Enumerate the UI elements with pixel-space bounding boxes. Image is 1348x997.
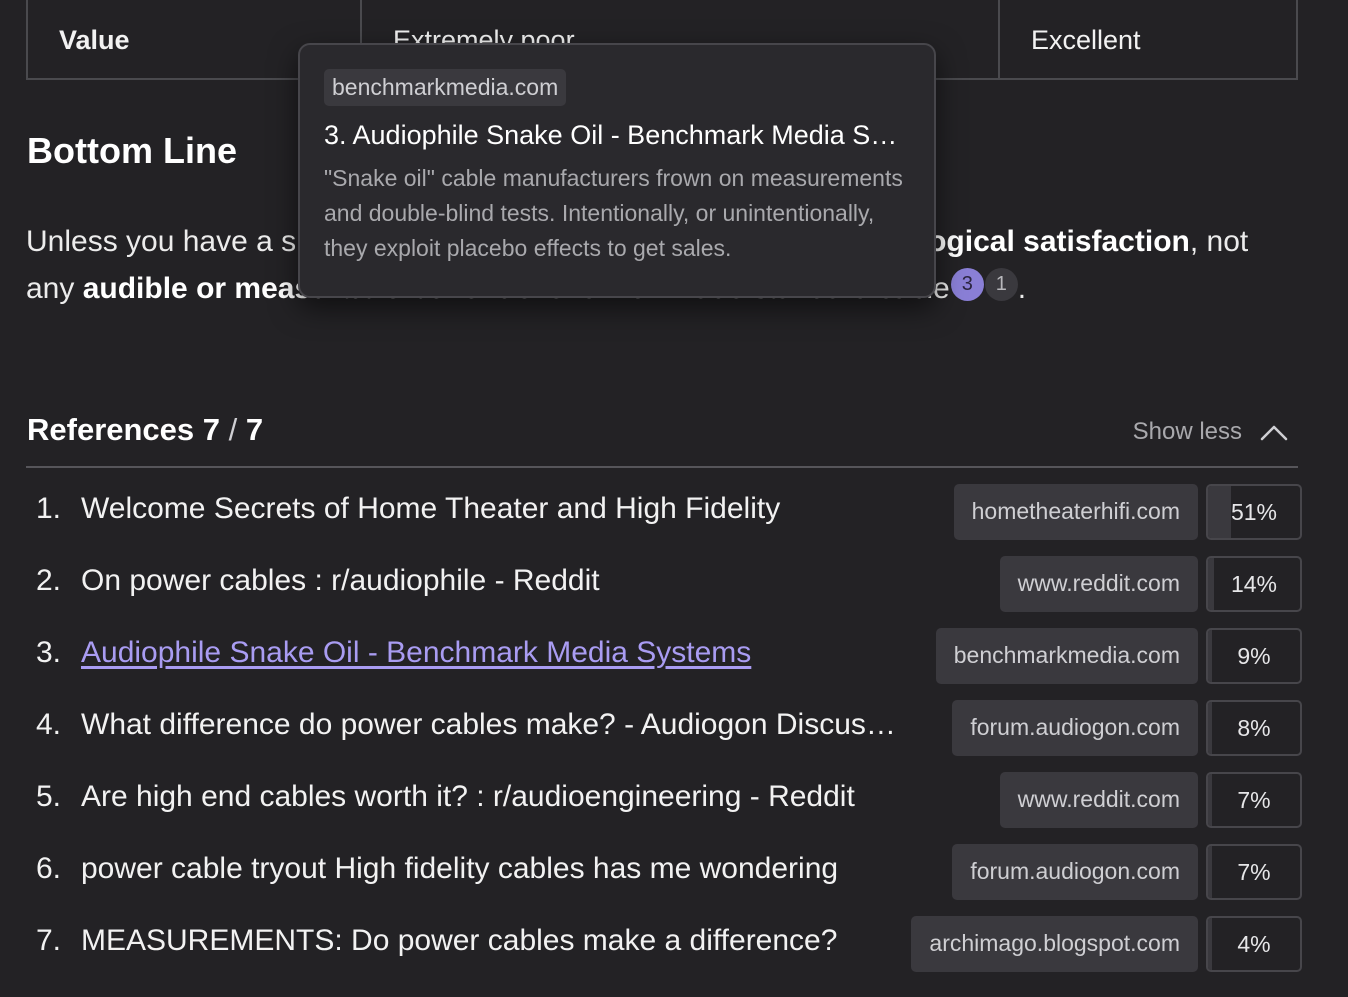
table-cell-high: Excellent <box>1031 24 1141 55</box>
reference-domain-chip[interactable]: archimago.blogspot.com <box>911 916 1198 972</box>
popover-description: "Snake oil" cable manufacturers frown on… <box>324 165 903 261</box>
references-total-count: 7 <box>245 412 264 447</box>
reference-link[interactable]: Are high end cables worth it? : r/audioe… <box>81 780 941 814</box>
reference-domain-chip[interactable]: hometheaterhifi.com <box>953 484 1198 540</box>
reference-row-2: 2. On power cables : r/audiophile - Redd… <box>0 556 1348 628</box>
reference-relevance: 51% <box>1206 484 1302 540</box>
citation-popover[interactable]: benchmarkmedia.com 3. Audiophile Snake O… <box>298 43 936 298</box>
relevance-label: 9% <box>1237 643 1271 669</box>
reference-row-5: 5. Are high end cables worth it? : r/aud… <box>0 772 1348 844</box>
reference-row-3: 3. Audiophile Snake Oil - Benchmark Medi… <box>0 628 1348 700</box>
answer-page: Value Extremely poor Excellent Bottom Li… <box>0 0 1348 997</box>
reference-row-7: 7. MEASUREMENTS: Do power cables make a … <box>0 916 1348 988</box>
bottom-line-end: . <box>1017 272 1027 305</box>
reference-number: 5. <box>36 780 62 813</box>
show-less-button[interactable]: Show less <box>1133 418 1288 446</box>
reference-domain-chip[interactable]: forum.audiogon.com <box>952 844 1198 900</box>
reference-relevance: 7% <box>1206 772 1302 828</box>
reference-number: 1. <box>36 492 62 525</box>
reference-number: 4. <box>36 708 62 741</box>
reference-link[interactable]: MEASUREMENTS: Do power cables make a dif… <box>81 924 865 958</box>
citation-badge-1[interactable]: 1 <box>984 268 1018 301</box>
reference-relevance: 14% <box>1206 556 1302 612</box>
references-title: References 7 / 7 <box>27 412 263 448</box>
references-shown-count: 7 <box>202 412 221 447</box>
reference-relevance: 7% <box>1206 844 1302 900</box>
reference-link[interactable]: What difference do power cables make? - … <box>81 708 901 742</box>
reference-row-1: 1. Welcome Secrets of Home Theater and H… <box>0 484 1348 556</box>
popover-title[interactable]: 3. Audiophile Snake Oil - Benchmark Medi… <box>324 120 910 151</box>
relevance-label: 14% <box>1230 571 1278 597</box>
reference-number: 2. <box>36 564 62 597</box>
relevance-label: 51% <box>1230 499 1278 525</box>
references-list: 1. Welcome Secrets of Home Theater and H… <box>0 484 1348 988</box>
reference-number: 7. <box>36 924 62 957</box>
reference-row-4: 4. What difference do power cables make?… <box>0 700 1348 772</box>
reference-number: 3. <box>36 636 62 669</box>
citation-badge-3[interactable]: 3 <box>950 268 984 301</box>
reference-domain-chip[interactable]: benchmarkmedia.com <box>935 628 1198 684</box>
relevance-label: 8% <box>1237 715 1271 741</box>
show-less-label: Show less <box>1132 418 1242 445</box>
reference-link-active[interactable]: Audiophile Snake Oil - Benchmark Media S… <box>81 636 821 670</box>
reference-row-6: 6. power cable tryout High fidelity cabl… <box>0 844 1348 916</box>
reference-domain-chip[interactable]: www.reddit.com <box>999 556 1198 612</box>
references-count-separator: / <box>220 412 246 447</box>
reference-link[interactable]: power cable tryout High fidelity cables … <box>81 852 903 886</box>
reference-link[interactable]: Welcome Secrets of Home Theater and High… <box>81 492 841 526</box>
bottom-line-heading: Bottom Line <box>27 130 237 171</box>
relevance-label: 7% <box>1237 787 1271 813</box>
relevance-label: 4% <box>1237 931 1271 957</box>
references-title-label: References <box>27 412 195 447</box>
reference-number: 6. <box>36 852 62 885</box>
reference-link[interactable]: On power cables : r/audiophile - Reddit <box>81 564 841 598</box>
reference-relevance: 4% <box>1206 916 1302 972</box>
popover-domain-chip: benchmarkmedia.com <box>324 69 567 106</box>
reference-domain-chip[interactable]: forum.audiogon.com <box>952 700 1198 756</box>
chevron-up-icon <box>1260 425 1288 441</box>
reference-relevance: 9% <box>1206 628 1302 684</box>
reference-domain-chip[interactable]: www.reddit.com <box>999 772 1198 828</box>
references-header: References 7 / 7 Show less <box>26 406 1298 468</box>
relevance-label: 7% <box>1237 859 1271 885</box>
reference-relevance: 8% <box>1206 700 1302 756</box>
